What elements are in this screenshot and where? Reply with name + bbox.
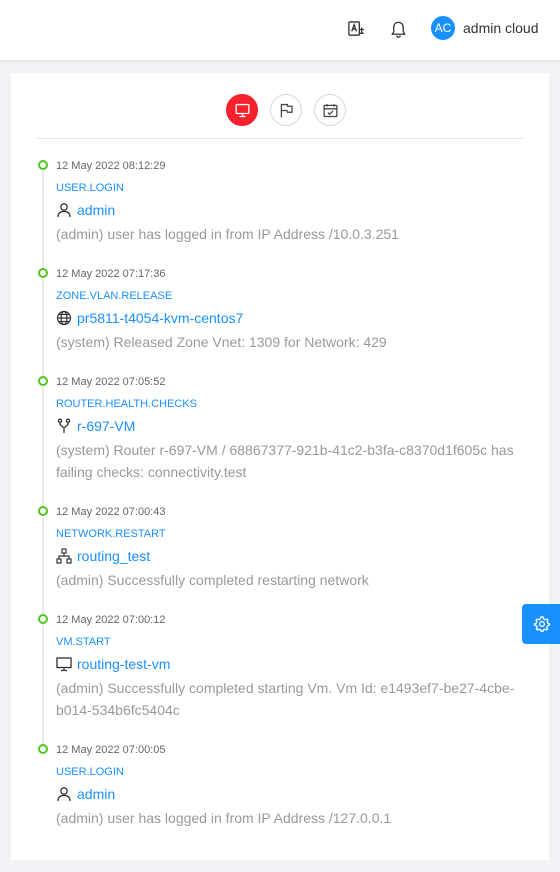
event-timeline: 12 May 2022 08:12:29 USER.LOGIN admin (a… xyxy=(37,160,537,829)
events-card: 12 May 2022 08:12:29 USER.LOGIN admin (a… xyxy=(11,73,549,860)
tab-flag-events[interactable] xyxy=(270,94,302,126)
user-name: admin cloud xyxy=(463,20,539,36)
event-time: 12 May 2022 07:00:12 xyxy=(56,614,166,626)
resource-link[interactable]: admin xyxy=(77,202,115,218)
flag-icon xyxy=(280,103,293,117)
timeline-connector xyxy=(42,279,44,378)
event-time: 12 May 2022 07:00:43 xyxy=(56,506,166,518)
tab-schedule-events[interactable] xyxy=(314,94,346,126)
event-type: USER.LOGIN xyxy=(56,182,124,194)
timeline-item: 12 May 2022 08:12:29 USER.LOGIN admin (a… xyxy=(37,160,537,270)
timeline-item: 12 May 2022 07:00:12 VM.START routing-te… xyxy=(37,614,537,746)
event-time: 12 May 2022 07:05:52 xyxy=(56,376,166,388)
timeline-dot xyxy=(38,744,48,754)
event-type: ROUTER.HEALTH.CHECKS xyxy=(56,398,197,410)
event-type: USER.LOGIN xyxy=(56,766,124,778)
timeline-dot xyxy=(38,160,48,170)
timeline-dot xyxy=(38,506,48,516)
filter-tabs xyxy=(11,73,549,139)
tab-vm-events[interactable] xyxy=(226,94,258,126)
resource-link[interactable]: pr5811-t4054-kvm-centos7 xyxy=(77,310,243,326)
event-description: (admin) user has logged in from IP Addre… xyxy=(56,810,392,826)
timeline-connector xyxy=(42,517,44,616)
gear-icon xyxy=(533,616,551,633)
timeline-item: 12 May 2022 07:05:52 ROUTER.HEALTH.CHECK… xyxy=(37,376,537,508)
desktop-icon xyxy=(234,103,250,117)
desktop-icon xyxy=(56,657,72,672)
resource-link[interactable]: r-697-VM xyxy=(77,418,135,434)
divider xyxy=(35,138,525,139)
user-icon xyxy=(57,203,71,218)
resource-link[interactable]: routing_test xyxy=(77,548,150,564)
timeline-connector xyxy=(42,171,44,270)
timeline-dot xyxy=(38,376,48,386)
event-time: 12 May 2022 07:00:05 xyxy=(56,744,166,756)
timeline-connector xyxy=(42,625,44,746)
globe-icon xyxy=(56,310,72,326)
event-time: 12 May 2022 07:17:36 xyxy=(56,268,166,280)
calendar-check-icon xyxy=(322,103,338,117)
event-time: 12 May 2022 08:12:29 xyxy=(56,160,166,172)
timeline-dot xyxy=(38,614,48,624)
avatar: AC xyxy=(431,16,455,40)
fork-icon xyxy=(57,418,71,433)
timeline-item: 12 May 2022 07:17:36 ZONE.VLAN.RELEASE p… xyxy=(37,268,537,378)
network-icon xyxy=(56,548,72,564)
user-menu[interactable]: AC admin cloud xyxy=(431,16,539,40)
user-icon xyxy=(57,787,71,802)
event-description: (system) Released Zone Vnet: 1309 for Ne… xyxy=(56,334,387,350)
timeline-connector xyxy=(42,387,44,508)
event-type: NETWORK.RESTART xyxy=(56,528,166,540)
resource-link[interactable]: admin xyxy=(77,786,115,802)
timeline-item: 12 May 2022 07:00:05 USER.LOGIN admin (a… xyxy=(37,744,537,829)
bell-icon[interactable] xyxy=(386,17,410,41)
top-header: AC admin cloud xyxy=(0,0,560,60)
event-type: ZONE.VLAN.RELEASE xyxy=(56,290,173,302)
timeline-item: 12 May 2022 07:00:43 NETWORK.RESTART rou… xyxy=(37,506,537,616)
event-type: VM.START xyxy=(56,636,111,648)
event-description: (admin) Successfully completed restartin… xyxy=(56,572,369,588)
resource-link[interactable]: routing-test-vm xyxy=(77,656,170,672)
timeline-dot xyxy=(38,268,48,278)
event-description: (admin) Successfully completed starting … xyxy=(56,680,515,718)
translate-icon[interactable] xyxy=(344,17,368,41)
event-description: (admin) user has logged in from IP Addre… xyxy=(56,226,399,242)
settings-drawer-button[interactable] xyxy=(522,604,560,644)
event-description: (system) Router r-697-VM / 68867377-921b… xyxy=(56,442,514,480)
